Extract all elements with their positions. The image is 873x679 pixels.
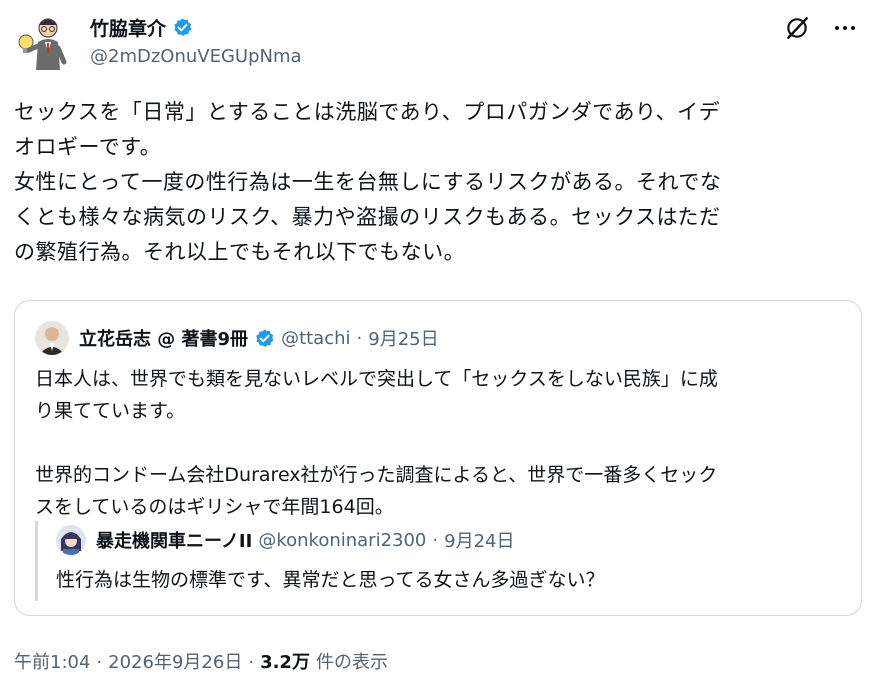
tweet-footer: 午前1:04 · 2026年9月26日 · 3.2万 件の表示 — [14, 648, 388, 674]
tweet-header: 竹脇章介 @2mDzOnuVEGUpNma — [14, 10, 859, 72]
tweet-time[interactable]: 午前1:04 — [14, 648, 90, 674]
nested-author-handle: @konkoninari2300 — [258, 529, 427, 551]
quoted-author-handle: @ttachi — [281, 327, 351, 349]
grok-icon[interactable] — [783, 14, 811, 42]
quoted-tweet-header: 立花岳志 @ 著書9冊 @ttachi · 9月25日 — [35, 321, 439, 355]
author-avatar[interactable] — [14, 12, 74, 72]
nested-author-name: 暴走機関車ニーノII — [96, 531, 253, 552]
tweet-text: セックスを「日常」とすることは洗脳であり、プロパガンダであり、イデ オロギーです… — [14, 100, 722, 264]
author-name-row: 竹脇章介 — [90, 14, 193, 41]
meta-separator: · — [356, 327, 363, 349]
view-label: 件の表示 — [315, 652, 388, 673]
quoted-author-name: 立花岳志 @ 著書9冊 — [79, 329, 249, 350]
quoted-tweet-text: 日本人は、世界でも類を見ないレベルで突出して「セックスをしない民族」に成 り果て… — [35, 368, 718, 518]
nested-author-avatar — [56, 525, 86, 555]
author-name[interactable]: 竹脇章介 — [90, 14, 166, 41]
nested-quote-text: 性行為は生物の標準です、異常だと思ってる女さん多過ぎない？ — [56, 569, 605, 591]
tweet-date[interactable]: 2026年9月26日 — [108, 648, 242, 674]
nested-quoted-tweet[interactable]: 暴走機関車ニーノII @konkoninari2300 · 9月24日 性行為は… — [35, 521, 846, 601]
quoted-tweet-date: 9月25日 — [368, 329, 439, 350]
header-actions — [783, 14, 859, 42]
quoted-author-avatar — [35, 321, 69, 355]
quoted-tweet[interactable]: 立花岳志 @ 著書9冊 @ttachi · 9月25日 日本人は、世界でも類を見… — [14, 300, 862, 616]
meta-separator: · — [432, 529, 439, 551]
footer-separator: · — [96, 652, 103, 673]
more-icon[interactable] — [831, 14, 859, 42]
nested-quote-header: 暴走機関車ニーノII @konkoninari2300 · 9月24日 — [56, 525, 514, 555]
nested-tweet-date: 9月24日 — [444, 531, 515, 552]
verified-badge-icon — [254, 328, 275, 349]
author-handle[interactable]: @2mDzOnuVEGUpNma — [90, 46, 302, 67]
view-count: 3.2万 — [260, 652, 310, 673]
footer-separator: · — [248, 652, 255, 673]
verified-badge-icon — [172, 17, 193, 38]
